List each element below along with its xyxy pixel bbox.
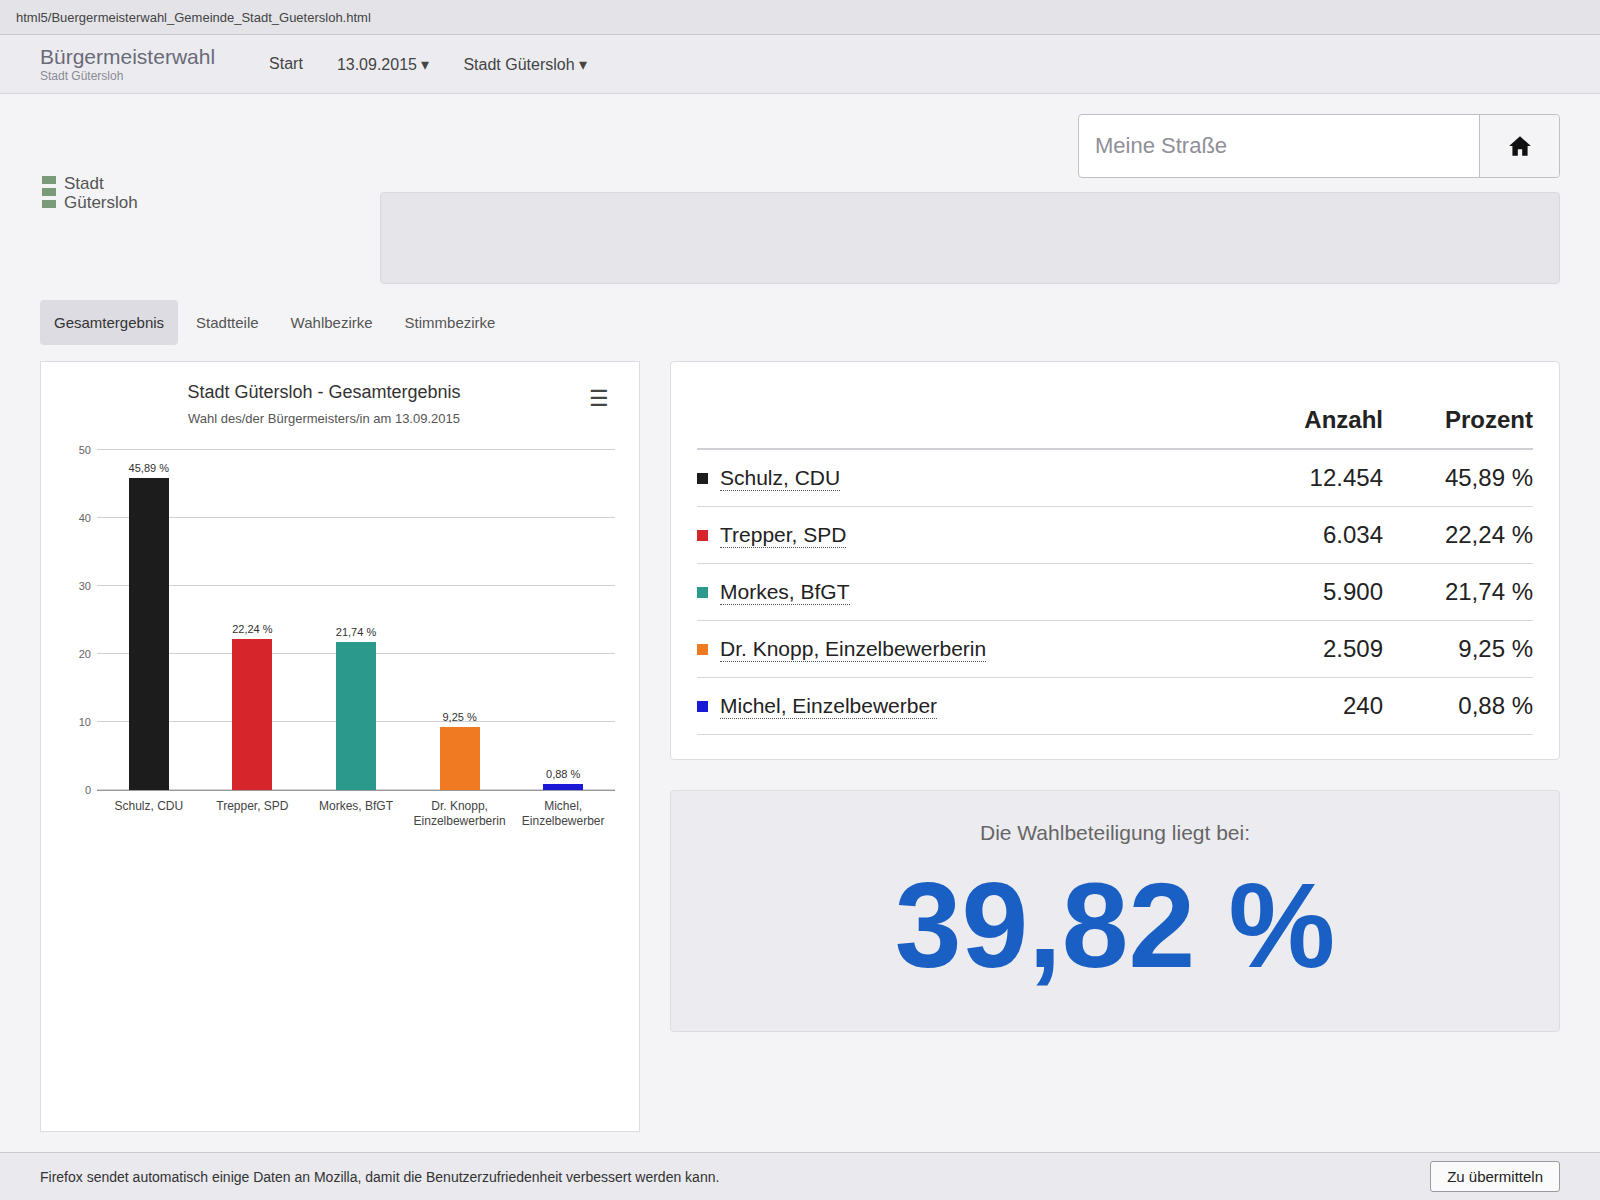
color-swatch <box>697 644 708 655</box>
chart-title: Stadt Gütersloh - Gesamtergebnis <box>65 382 583 403</box>
notification-button[interactable]: Zu übermitteln <box>1430 1161 1560 1192</box>
bar[interactable] <box>129 478 169 790</box>
home-button[interactable] <box>1479 115 1559 177</box>
table-row: Schulz, CDU 12.454 45,89 % <box>697 450 1533 507</box>
bar-chart: 01020304050 45,89 % 22,24 % 21,74 % 9,25… <box>65 450 615 829</box>
tab[interactable]: Stadtteile <box>182 300 273 345</box>
vote-percent: 45,89 % <box>1383 464 1533 492</box>
notification-text: Firefox sendet automatisch einige Daten … <box>40 1169 1410 1185</box>
x-label: Schulz, CDU <box>97 799 201 829</box>
nav-item[interactable]: Start <box>269 55 303 73</box>
home-icon <box>1507 133 1533 159</box>
y-tick: 50 <box>79 444 91 456</box>
vote-count: 12.454 <box>1233 464 1383 492</box>
bar-value-label: 9,25 % <box>442 711 476 723</box>
x-label: Morkes, BfGT <box>304 799 408 829</box>
bar-value-label: 22,24 % <box>232 623 272 635</box>
logo[interactable]: Stadt Gütersloh <box>40 114 340 214</box>
street-search <box>1078 114 1560 178</box>
tab[interactable]: Gesamtergebnis <box>40 300 178 345</box>
table-row: Morkes, BfGT 5.900 21,74 % <box>697 564 1533 621</box>
candidate-name[interactable]: Morkes, BfGT <box>720 580 850 605</box>
bar-slot: 21,74 % <box>304 626 408 790</box>
turnout-label: Die Wahlbeteiligung liegt bei: <box>697 821 1533 845</box>
vote-count: 240 <box>1233 692 1383 720</box>
y-tick: 20 <box>79 648 91 660</box>
color-swatch <box>697 701 708 712</box>
table-row: Michel, Einzelbewerber 240 0,88 % <box>697 678 1533 735</box>
plot-area: 45,89 % 22,24 % 21,74 % 9,25 % 0,88 % <box>97 450 615 791</box>
bar[interactable] <box>543 784 583 790</box>
y-axis: 01020304050 <box>65 450 91 790</box>
chart-menu-button[interactable]: ☰ <box>583 382 615 416</box>
bar-slot: 22,24 % <box>201 623 305 790</box>
bar-value-label: 21,74 % <box>336 626 376 638</box>
tab[interactable]: Wahlbezirke <box>277 300 387 345</box>
navbar: Bürgermeisterwahl Stadt Gütersloh Start … <box>0 35 1600 94</box>
candidate-name[interactable]: Michel, Einzelbewerber <box>720 694 937 719</box>
bar[interactable] <box>232 639 272 790</box>
header: Stadt Gütersloh <box>0 94 1600 294</box>
bar-slot: 45,89 % <box>97 462 201 790</box>
gridline <box>97 517 615 518</box>
color-swatch <box>697 530 708 541</box>
vote-percent: 0,88 % <box>1383 692 1533 720</box>
chart-card: Stadt Gütersloh - Gesamtergebnis Wahl de… <box>40 361 640 1132</box>
brand-subtitle: Stadt Gütersloh <box>40 69 215 83</box>
color-swatch <box>697 473 708 484</box>
vote-percent: 22,24 % <box>1383 521 1533 549</box>
gridline <box>97 449 615 450</box>
turnout-value: 39,82 % <box>697 859 1533 991</box>
url-text[interactable]: html5/Buergermeisterwahl_Gemeinde_Stadt_… <box>16 10 371 25</box>
gridline <box>97 585 615 586</box>
bar-slot: 9,25 % <box>408 711 512 790</box>
y-tick: 10 <box>79 716 91 728</box>
street-search-input[interactable] <box>1079 115 1479 177</box>
notification-bar: Firefox sendet automatisch einige Daten … <box>0 1152 1600 1200</box>
bar-slot: 0,88 % <box>511 768 615 790</box>
info-strip <box>380 192 1560 284</box>
color-swatch <box>697 587 708 598</box>
y-tick: 30 <box>79 580 91 592</box>
column-header: Prozent <box>1383 406 1533 434</box>
y-tick: 40 <box>79 512 91 524</box>
y-tick: 0 <box>85 784 91 796</box>
bar-value-label: 0,88 % <box>546 768 580 780</box>
x-axis: Schulz, CDUTrepper, SPDMorkes, BfGTDr. K… <box>97 791 615 829</box>
x-label: Dr. Knopp, Einzelbewerberin <box>408 799 512 829</box>
candidate-name[interactable]: Dr. Knopp, Einzelbewerberin <box>720 637 986 662</box>
table-header: AnzahlProzent <box>697 392 1533 450</box>
brand[interactable]: Bürgermeisterwahl Stadt Gütersloh <box>40 45 215 83</box>
vote-count: 6.034 <box>1233 521 1383 549</box>
bar[interactable] <box>336 642 376 790</box>
city-crest-icon <box>40 174 58 214</box>
tab-bar: GesamtergebnisStadtteileWahlbezirkeStimm… <box>0 294 1600 361</box>
x-label: Trepper, SPD <box>201 799 305 829</box>
column-header: Anzahl <box>1233 406 1383 434</box>
vote-percent: 21,74 % <box>1383 578 1533 606</box>
tab[interactable]: Stimmbezirke <box>391 300 510 345</box>
nav-item[interactable]: 13.09.2015 ▾ <box>337 55 430 74</box>
bar-value-label: 45,89 % <box>129 462 169 474</box>
chart-subtitle: Wahl des/der Bürgermeisters/in am 13.09.… <box>65 411 583 426</box>
results-card: AnzahlProzent Schulz, CDU 12.454 45,89 %… <box>670 361 1560 760</box>
candidate-name[interactable]: Trepper, SPD <box>720 523 846 548</box>
vote-percent: 9,25 % <box>1383 635 1533 663</box>
browser-page: html5/Buergermeisterwahl_Gemeinde_Stadt_… <box>0 0 1600 1200</box>
turnout-card: Die Wahlbeteiligung liegt bei: 39,82 % <box>670 790 1560 1032</box>
address-bar[interactable]: html5/Buergermeisterwahl_Gemeinde_Stadt_… <box>0 0 1600 35</box>
table-row: Dr. Knopp, Einzelbewerberin 2.509 9,25 % <box>697 621 1533 678</box>
vote-count: 2.509 <box>1233 635 1383 663</box>
bar[interactable] <box>440 727 480 790</box>
logo-line: Gütersloh <box>64 194 138 213</box>
candidate-name[interactable]: Schulz, CDU <box>720 466 840 491</box>
content: Stadt Gütersloh - Gesamtergebnis Wahl de… <box>0 361 1600 1132</box>
brand-title[interactable]: Bürgermeisterwahl <box>40 45 215 69</box>
logo-line: Stadt <box>64 175 138 194</box>
table-row: Trepper, SPD 6.034 22,24 % <box>697 507 1533 564</box>
x-label: Michel, Einzelbewerber <box>511 799 615 829</box>
vote-count: 5.900 <box>1233 578 1383 606</box>
nav-item[interactable]: Stadt Gütersloh ▾ <box>463 55 587 74</box>
